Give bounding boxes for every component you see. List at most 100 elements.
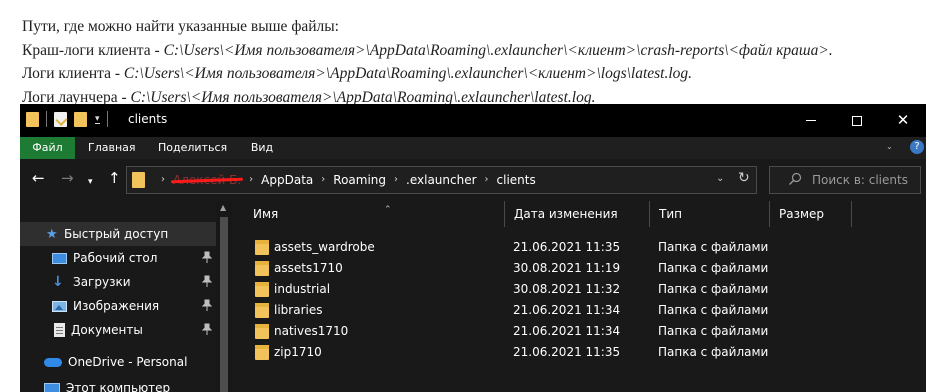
maximize-button[interactable] xyxy=(834,104,880,137)
download-icon: ↓ xyxy=(52,273,64,290)
file-name: industrial xyxy=(274,282,331,296)
folder-icon xyxy=(255,261,269,276)
column-header-date[interactable]: Дата изменения xyxy=(505,201,650,227)
desktop-icon xyxy=(52,252,67,264)
help-icon[interactable]: ? xyxy=(910,140,924,154)
sidebar-item-onedrive[interactable]: OneDrive - Personal xyxy=(20,350,216,374)
forward-arrow-icon[interactable]: → xyxy=(61,171,74,186)
sort-ascending-icon: ⌃ xyxy=(384,205,392,215)
file-date: 21.06.2021 11:35 xyxy=(513,345,621,359)
table-row[interactable]: assets_wardrobe 21.06.2021 11:35 Папка с… xyxy=(232,237,926,258)
search-icon xyxy=(789,172,802,185)
back-arrow-icon[interactable]: ← xyxy=(32,171,45,186)
sidebar-item-label: Рабочий стол xyxy=(73,251,158,265)
refresh-icon[interactable]: ↻ xyxy=(738,170,750,186)
scroll-up-icon[interactable]: ▲ xyxy=(220,203,226,212)
instructions-text: Пути, где можно найти указанные выше фай… xyxy=(22,15,922,109)
title-bar: ▾ clients ✕ xyxy=(20,104,926,137)
recent-locations-icon[interactable]: ▾ xyxy=(88,175,93,190)
sidebar-item-quick-access[interactable]: ★ Быстрый доступ xyxy=(20,222,216,246)
nav-scrollbar[interactable]: ▲ xyxy=(216,201,232,392)
table-row[interactable]: zip1710 21.06.2021 11:35 Папка с файлами xyxy=(232,342,926,363)
properties-icon[interactable] xyxy=(54,111,67,127)
folder-icon xyxy=(26,111,39,127)
crumb-appdata[interactable]: AppData xyxy=(261,167,313,193)
launcher-logs-path: C:\Users\<Имя пользователя>\AppData\Roam… xyxy=(130,88,596,106)
pin-icon[interactable] xyxy=(202,323,212,335)
file-type: Папка с файлами xyxy=(658,240,769,254)
table-row[interactable]: industrial 30.08.2021 11:32 Папка с файл… xyxy=(232,279,926,300)
pin-icon[interactable] xyxy=(202,251,212,263)
new-folder-icon[interactable] xyxy=(74,111,87,127)
tab-view[interactable]: Вид xyxy=(248,137,276,159)
sidebar-item-pictures[interactable]: Изображения xyxy=(20,294,216,318)
table-row[interactable]: assets1710 30.08.2021 11:19 Папка с файл… xyxy=(232,258,926,279)
up-arrow-icon[interactable]: ↑ xyxy=(108,171,121,186)
address-bar[interactable]: › Алексей Б. › AppData › Roaming › .exla… xyxy=(126,166,757,194)
chevron-right-icon[interactable]: › xyxy=(394,167,398,193)
navigation-bar: ← → ▾ ↑ › Алексей Б. › AppData › Roaming… xyxy=(20,159,926,201)
column-headers: ⌃ Имя Дата изменения Тип Размер xyxy=(232,201,926,227)
crumb-exlauncher[interactable]: .exlauncher xyxy=(406,167,477,193)
tab-file[interactable]: Файл xyxy=(20,137,75,159)
table-row[interactable]: natives1710 21.06.2021 11:34 Папка с фай… xyxy=(232,321,926,342)
document-icon xyxy=(54,323,65,337)
crash-logs-line: Краш-логи клиента - C:\Users\<Имя пользо… xyxy=(22,39,922,63)
search-input[interactable]: Поиск в: clients xyxy=(769,166,921,194)
customize-toolbar-icon[interactable]: ▾ xyxy=(95,114,100,124)
tab-share[interactable]: Поделиться xyxy=(158,137,227,159)
file-date: 30.08.2021 11:32 xyxy=(513,282,621,296)
minimize-button[interactable] xyxy=(788,104,834,137)
maximize-icon xyxy=(852,115,862,126)
quick-access-toolbar: ▾ xyxy=(26,111,115,127)
launcher-logs-label: Логи лаунчера - xyxy=(22,88,131,106)
file-type: Папка с файлами xyxy=(658,282,769,296)
expand-ribbon-icon[interactable]: ⌄ xyxy=(886,142,893,151)
folder-icon xyxy=(132,172,145,188)
file-list: ⌃ Имя Дата изменения Тип Размер assets_w… xyxy=(232,201,926,392)
explorer-window: ▾ clients ✕ Файл Главная Поделиться Вид … xyxy=(20,104,926,392)
breadcrumb: › Алексей Б. › AppData › Roaming › .exla… xyxy=(153,167,536,193)
pin-icon[interactable] xyxy=(202,275,212,287)
tab-home[interactable]: Главная xyxy=(88,137,136,159)
minimize-icon xyxy=(806,120,816,121)
close-button[interactable]: ✕ xyxy=(880,104,926,137)
chevron-right-icon[interactable]: › xyxy=(321,167,325,193)
onedrive-cloud-icon xyxy=(44,357,62,367)
window-title: clients xyxy=(128,112,168,126)
sidebar-item-documents[interactable]: Документы xyxy=(20,318,216,342)
client-logs-line: Логи клиента - C:\Users\<Имя пользовател… xyxy=(22,62,922,86)
navigation-pane: ★ Быстрый доступ Рабочий стол ↓ Загрузки… xyxy=(20,201,232,392)
file-name: assets1710 xyxy=(274,261,343,275)
pin-icon[interactable] xyxy=(202,299,212,311)
file-name: libraries xyxy=(274,303,323,317)
chevron-right-icon[interactable]: › xyxy=(161,167,165,193)
crumb-roaming[interactable]: Roaming xyxy=(333,167,386,193)
file-type: Папка с файлами xyxy=(658,324,769,338)
column-header-type[interactable]: Тип xyxy=(650,201,770,227)
sidebar-item-label: Загрузки xyxy=(73,275,131,289)
scrollbar-thumb[interactable] xyxy=(220,217,228,392)
file-name: natives1710 xyxy=(274,324,349,338)
chevron-right-icon[interactable]: › xyxy=(249,167,253,193)
crumb-user[interactable]: Алексей Б. xyxy=(170,167,244,193)
file-date: 30.08.2021 11:19 xyxy=(513,261,621,275)
table-row[interactable]: libraries 21.06.2021 11:34 Папка с файла… xyxy=(232,300,926,321)
sidebar-item-desktop[interactable]: Рабочий стол xyxy=(20,246,216,270)
address-history-chevron-down-icon[interactable]: ⌄ xyxy=(716,173,724,184)
column-header-size[interactable]: Размер xyxy=(770,201,852,227)
file-type: Папка с файлами xyxy=(658,303,769,317)
sidebar-item-downloads[interactable]: ↓ Загрузки xyxy=(20,270,216,294)
sidebar-item-label: Быстрый доступ xyxy=(64,227,169,241)
file-name: zip1710 xyxy=(274,345,322,359)
file-type: Папка с файлами xyxy=(658,261,769,275)
sidebar-item-this-pc[interactable]: Этот компьютер xyxy=(20,376,216,392)
crumb-clients[interactable]: clients xyxy=(497,167,536,193)
pictures-icon xyxy=(52,300,67,312)
chevron-right-icon[interactable]: › xyxy=(485,167,489,193)
star-icon: ★ xyxy=(46,226,58,242)
client-logs-label: Логи клиента - xyxy=(22,65,124,82)
column-header-name[interactable]: ⌃ Имя xyxy=(244,201,505,227)
file-name: assets_wardrobe xyxy=(274,240,375,254)
file-date: 21.06.2021 11:34 xyxy=(513,303,621,317)
